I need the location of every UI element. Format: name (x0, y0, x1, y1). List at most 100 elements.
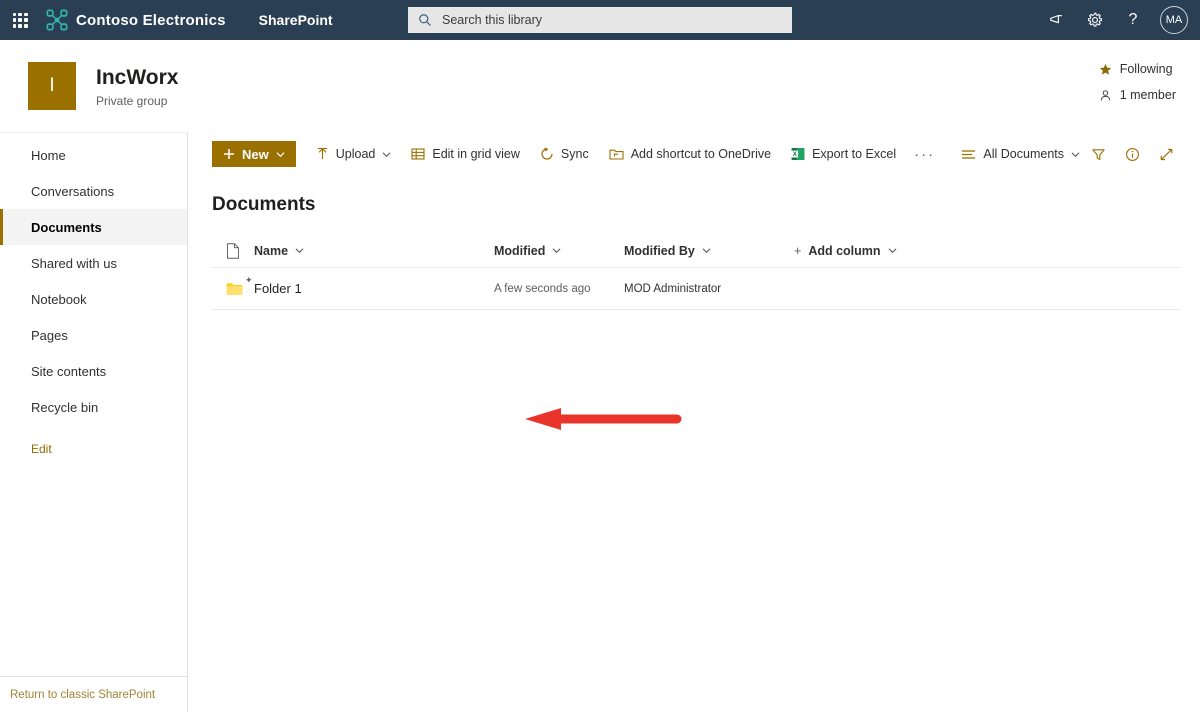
column-header-file-type[interactable] (212, 242, 254, 259)
plus-icon (224, 149, 234, 159)
sidebar-item-pages[interactable]: Pages (0, 317, 187, 353)
chevron-down-icon (382, 151, 391, 157)
chevron-down-icon (295, 248, 304, 254)
row-name-cell[interactable]: ✦ Folder 1 (245, 275, 494, 296)
sidebar-item-label: Pages (31, 327, 68, 343)
sync-button[interactable]: Sync (540, 138, 589, 170)
edit-in-grid-view-label: Edit in grid view (432, 147, 520, 161)
sidebar-edit-label: Edit (31, 442, 52, 456)
sidebar-item-label: Home (31, 147, 66, 163)
sidebar: Home Conversations Documents Shared with… (0, 132, 188, 712)
export-to-excel-button[interactable]: X Export to Excel (791, 138, 896, 170)
info-icon (1125, 147, 1139, 161)
search-input[interactable] (440, 12, 760, 28)
info-button[interactable] (1116, 138, 1148, 170)
document-list-area: Documents Name Modified Modified By + Ad… (188, 194, 1200, 310)
site-header: I IncWorx Private group Following 1 memb… (0, 40, 1200, 132)
members-button[interactable]: 1 member (1099, 88, 1176, 102)
plus-icon: + (794, 243, 802, 258)
expand-icon (1160, 148, 1172, 160)
avatar[interactable]: MA (1160, 6, 1188, 34)
upload-button[interactable]: Upload (316, 138, 392, 170)
sidebar-item-label: Site contents (31, 363, 107, 379)
folder-icon (226, 282, 243, 295)
view-list-icon (961, 148, 976, 160)
expand-button[interactable] (1150, 138, 1182, 170)
add-column-button[interactable]: + Add column (794, 244, 897, 258)
members-label: 1 member (1119, 88, 1176, 102)
grid-icon (411, 147, 425, 161)
waffle-grid (12, 12, 28, 28)
add-shortcut-label: Add shortcut to OneDrive (630, 147, 772, 161)
row-modified-cell: A few seconds ago (494, 282, 591, 295)
filter-button[interactable] (1082, 138, 1114, 170)
row-name-label: Folder 1 (254, 281, 302, 296)
upload-label: Upload (335, 147, 376, 161)
search-icon (419, 14, 431, 26)
chevron-down-icon (276, 151, 285, 157)
brand-link[interactable]: Contoso Electronics (46, 9, 226, 31)
column-header-name-label: Name (254, 243, 289, 258)
onedrive-shortcut-icon (609, 147, 624, 161)
feedback-icon[interactable] (1040, 0, 1074, 40)
sidebar-item-label: Documents (31, 219, 102, 235)
return-to-classic-link[interactable]: Return to classic SharePoint (10, 689, 155, 701)
content-area: New Upload Edit in grid view Sync Add sh… (188, 132, 1200, 712)
following-button[interactable]: Following (1099, 62, 1173, 76)
star-icon (1099, 63, 1111, 75)
chevron-down-icon (552, 248, 561, 254)
edit-in-grid-view-button[interactable]: Edit in grid view (411, 138, 520, 170)
site-title-block: IncWorx Private group (96, 65, 178, 108)
site-logo[interactable]: I (28, 62, 76, 110)
sidebar-nav: Home Conversations Documents Shared with… (0, 133, 187, 676)
sidebar-footer: Return to classic SharePoint (0, 676, 187, 712)
page-title: Documents (212, 194, 316, 215)
table-row[interactable]: ✦ Folder 1 A few seconds ago MOD Adminis… (212, 268, 1180, 310)
sidebar-edit-link[interactable]: Edit (0, 431, 187, 467)
person-icon (1100, 89, 1110, 100)
app-launcher-icon[interactable] (0, 0, 40, 40)
sidebar-item-label: Recycle bin (31, 399, 99, 415)
column-header-name[interactable]: Name (254, 244, 494, 258)
site-header-actions: Following 1 member (1099, 62, 1176, 102)
app-name-sharepoint[interactable]: SharePoint (259, 12, 333, 28)
site-title[interactable]: IncWorx (96, 65, 178, 91)
search-box[interactable] (408, 7, 792, 33)
add-column-label: Add column (808, 243, 881, 258)
help-icon[interactable]: ? (1116, 0, 1150, 40)
sidebar-item-documents[interactable]: Documents (0, 209, 187, 245)
view-selector-label: All Documents (983, 147, 1064, 161)
command-bar: New Upload Edit in grid view Sync Add sh… (188, 132, 1200, 176)
sidebar-item-conversations[interactable]: Conversations (0, 173, 187, 209)
sync-label: Sync (560, 147, 589, 161)
view-selector-button[interactable]: All Documents (961, 138, 1080, 170)
sidebar-item-home[interactable]: Home (0, 137, 187, 173)
sidebar-item-site-contents[interactable]: Site contents (0, 353, 187, 389)
add-shortcut-to-onedrive-button[interactable]: Add shortcut to OneDrive (609, 138, 771, 170)
annotation-arrow (525, 408, 682, 430)
new-button[interactable]: New (212, 141, 296, 167)
sidebar-item-notebook[interactable]: Notebook (0, 281, 187, 317)
site-privacy-label: Private group (96, 93, 168, 108)
chevron-down-icon (702, 248, 711, 254)
export-to-excel-label: Export to Excel (812, 147, 897, 161)
overflow-menu-button[interactable]: ··· (914, 146, 935, 163)
suite-bar: Contoso Electronics SharePoint ? MA (0, 0, 1200, 40)
chevron-down-icon (1071, 151, 1080, 157)
column-header-modified-label: Modified (494, 243, 546, 258)
contoso-logo-icon (46, 9, 68, 31)
chevron-down-icon (888, 248, 897, 254)
sidebar-item-recycle-bin[interactable]: Recycle bin (0, 389, 187, 425)
gear-icon[interactable] (1078, 0, 1112, 40)
sidebar-item-shared-with-us[interactable]: Shared with us (0, 245, 187, 281)
sidebar-item-label: Notebook (31, 291, 87, 307)
sidebar-item-label: Conversations (31, 183, 115, 199)
excel-icon: X (791, 147, 805, 161)
new-button-label: New (242, 146, 269, 162)
page-body: Home Conversations Documents Shared with… (0, 132, 1200, 712)
suite-bar-actions: ? MA (1040, 0, 1192, 40)
column-header-modified-by[interactable]: Modified By (624, 244, 794, 258)
row-modified-by-cell: MOD Administrator (624, 282, 722, 295)
sync-icon (540, 147, 554, 161)
column-header-modified[interactable]: Modified (494, 244, 624, 258)
